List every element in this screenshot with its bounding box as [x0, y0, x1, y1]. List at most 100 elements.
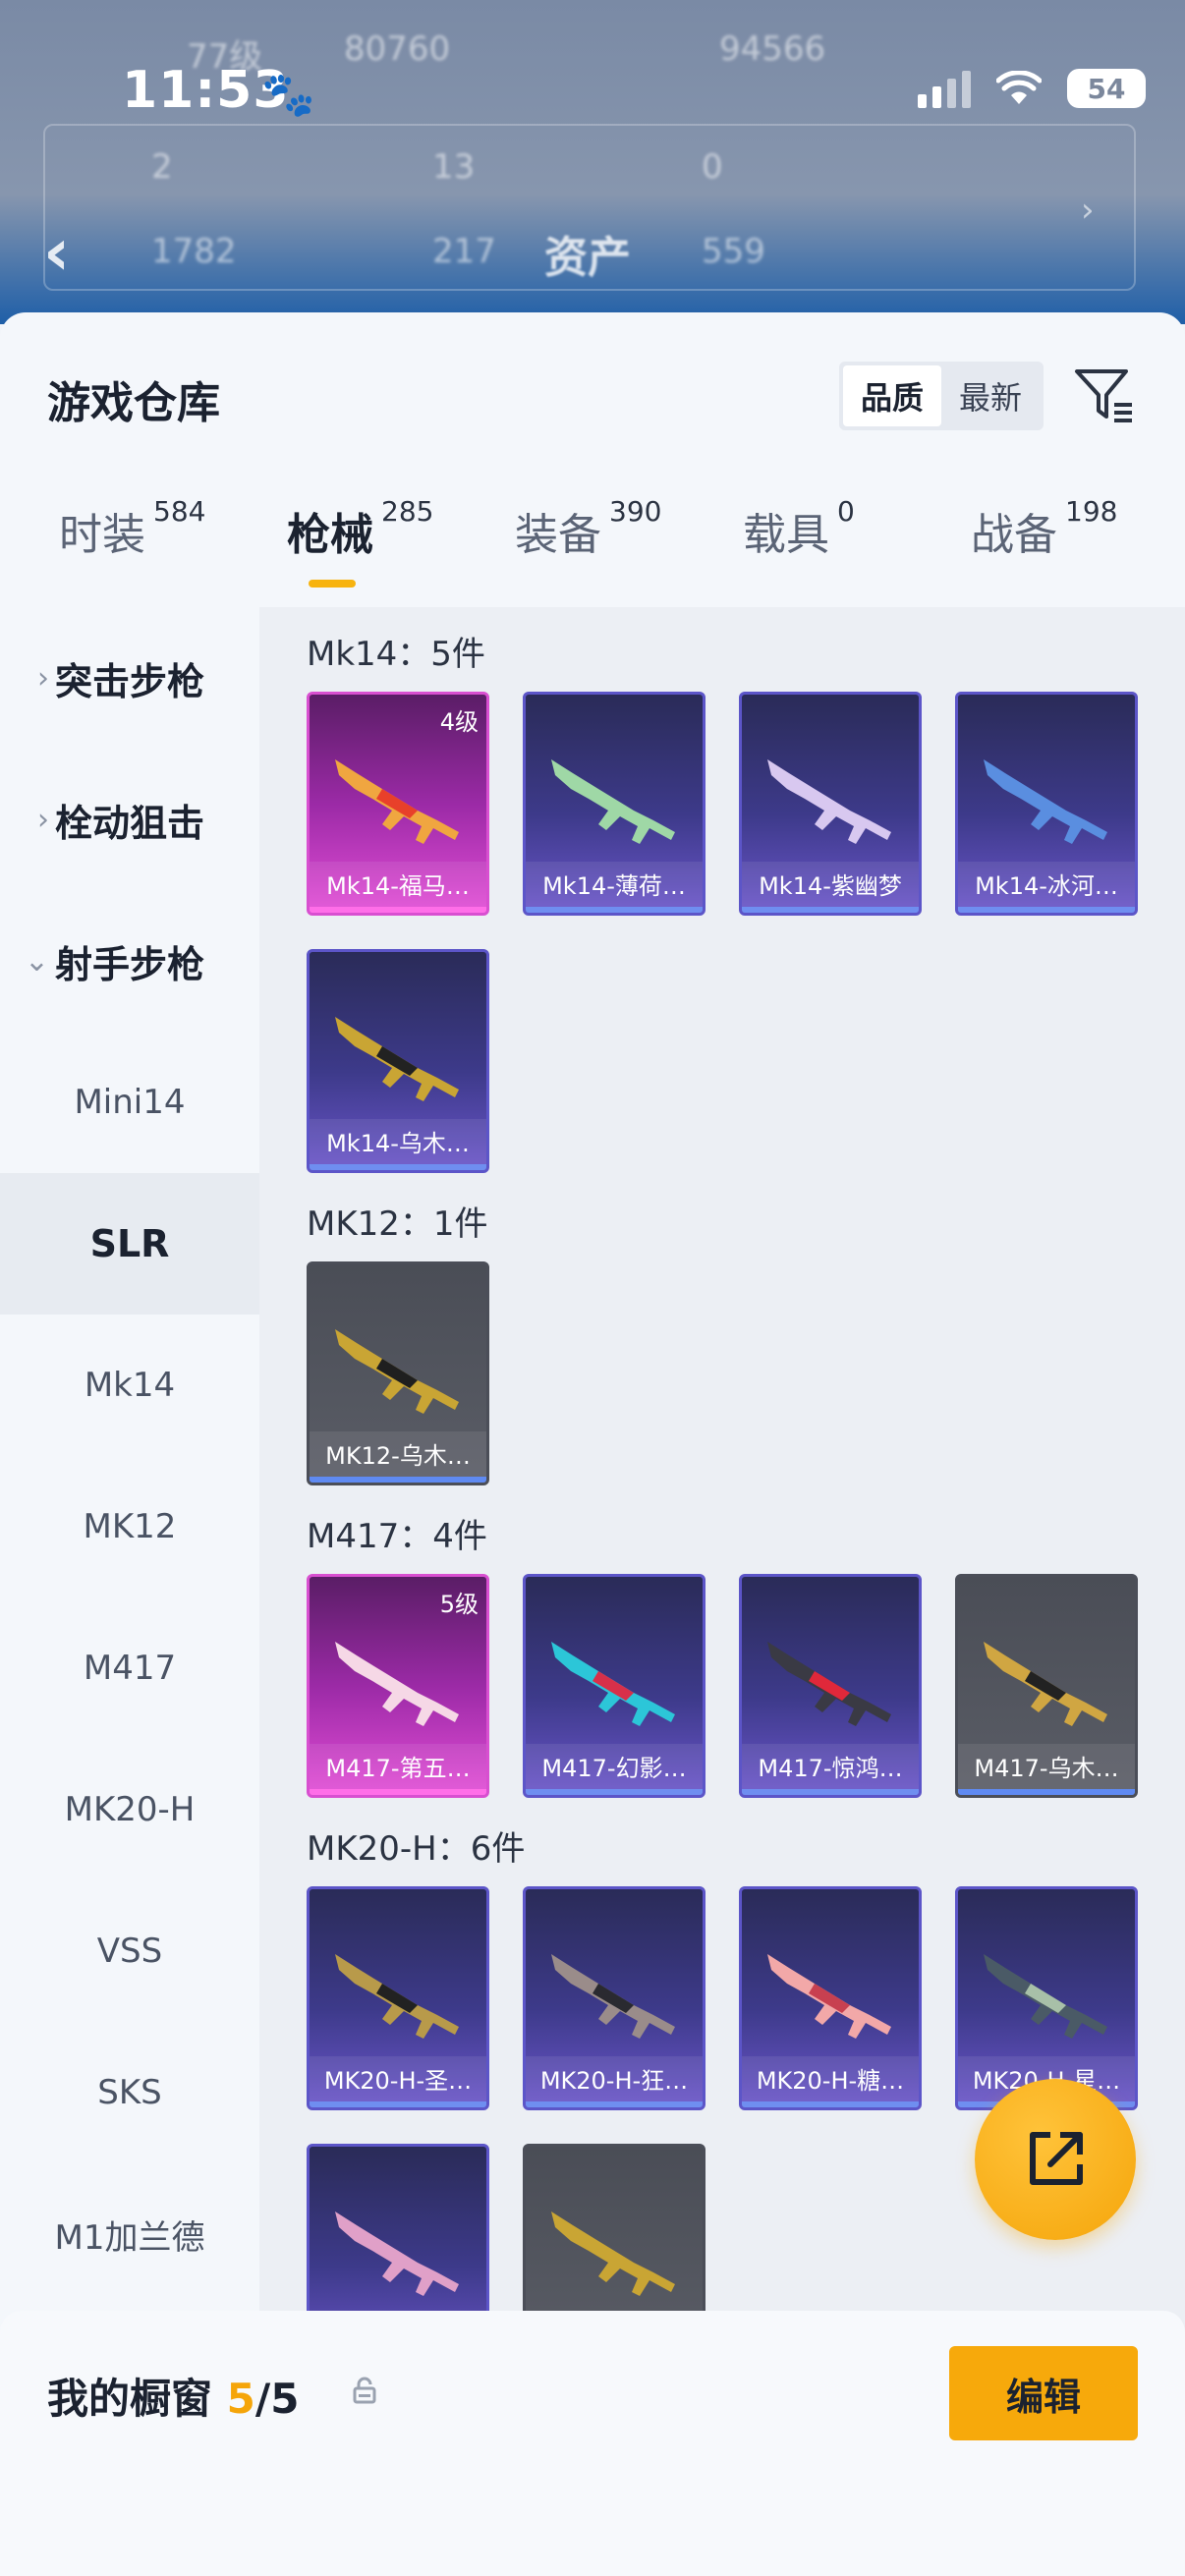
- tier-badge: 5级: [439, 1591, 479, 1618]
- sidebar-sub-mk12[interactable]: MK12: [0, 1456, 259, 1597]
- sidebar-item-label: 射手步枪: [55, 942, 205, 986]
- bg-stat: 1782: [151, 232, 237, 271]
- back-icon[interactable]: ‹: [43, 214, 70, 290]
- weapon-card[interactable]: MK20-H-糖…: [739, 1886, 922, 2110]
- weapon-card[interactable]: MK20-H-狂…: [523, 1886, 705, 2110]
- weapon-card[interactable]: Mk14-紫幽梦: [739, 692, 922, 916]
- tab-fashion[interactable]: 时装 584: [59, 495, 205, 562]
- weapon-name: M417-幻影…: [526, 1744, 703, 1795]
- share-icon: [1030, 2132, 1083, 2185]
- sidebar-sub-mini14[interactable]: Mini14: [0, 1032, 259, 1173]
- group-title: Mk14：5件: [307, 635, 485, 674]
- showcase-current: 5: [226, 2375, 255, 2423]
- weapon-card[interactable]: MK12-乌木…: [307, 1261, 489, 1485]
- sidebar-item-bolt-sniper[interactable]: › 栓动狙击: [0, 749, 259, 890]
- rifle-icon: [551, 2212, 675, 2296]
- sidebar-sub-vss[interactable]: VSS: [0, 1880, 259, 2022]
- weapon-name: M417-惊鸿…: [742, 1744, 919, 1795]
- sidebar: › 突击步枪 › 栓动狙击 ⌄ 射手步枪 Mini14 SLR Mk14 MK1…: [0, 607, 259, 2576]
- weapon-name: MK20-H-圣…: [310, 2056, 486, 2107]
- rifle-icon: [335, 759, 459, 844]
- paw-icon: 🐾: [261, 70, 315, 120]
- sidebar-sub-mk20h[interactable]: MK20-H: [0, 1739, 259, 1880]
- rarity-bar: [742, 1789, 919, 1795]
- weapon-card[interactable]: 5级 M417-第五…: [307, 1574, 489, 1798]
- rarity-bar: [526, 2101, 703, 2107]
- weapon-card[interactable]: M417-幻影…: [523, 1574, 705, 1798]
- rarity-bar: [742, 907, 919, 913]
- weapon-name: M417-乌木…: [958, 1744, 1135, 1795]
- sort-newest-button[interactable]: 最新: [941, 365, 1040, 426]
- showcase-title: 我的橱窗: [47, 2375, 213, 2423]
- weapon-name: Mk14-紫幽梦: [742, 862, 919, 913]
- chevron-right-icon: ›: [37, 660, 49, 696]
- rifle-icon: [767, 1642, 891, 1726]
- tab-label: 枪械: [287, 510, 373, 560]
- tab-count: 584: [153, 495, 206, 528]
- tab-guns[interactable]: 枪械 285: [287, 495, 433, 562]
- weapon-name: MK20-H-糖…: [742, 2056, 919, 2107]
- rarity-bar: [526, 907, 703, 913]
- bg-stat: 0: [702, 147, 723, 187]
- bg-coins: 80760: [344, 29, 451, 69]
- edit-button[interactable]: 编辑: [949, 2346, 1138, 2440]
- group-title: MK20-H：6件: [307, 1829, 526, 1869]
- bg-stat: 13: [432, 147, 476, 187]
- filter-icon[interactable]: [1071, 362, 1136, 426]
- page-title: 游戏仓库: [47, 378, 220, 428]
- bg-page-title: 资产: [544, 233, 631, 283]
- weapon-name: M417-第五…: [310, 1744, 486, 1795]
- weapon-card[interactable]: MK20-H-圣…: [307, 1886, 489, 2110]
- sidebar-item-assault-rifle[interactable]: › 突击步枪: [0, 607, 259, 749]
- rifle-icon: [551, 1642, 675, 1726]
- wifi-icon: [996, 71, 1042, 104]
- sidebar-sub-sks[interactable]: SKS: [0, 2022, 259, 2163]
- tab-vehicles[interactable]: 载具 0: [743, 495, 855, 562]
- sidebar-sub-m417[interactable]: M417: [0, 1597, 259, 1739]
- tab-label: 载具: [743, 510, 829, 560]
- tab-label: 装备: [515, 510, 601, 560]
- rarity-bar: [310, 1789, 486, 1795]
- weapon-name: Mk14-薄荷…: [526, 862, 703, 913]
- tab-equipment[interactable]: 装备 390: [515, 495, 661, 562]
- bg-stat: 559: [702, 232, 765, 271]
- tab-label: 时装: [59, 510, 145, 560]
- share-button[interactable]: [975, 2079, 1136, 2240]
- active-tab-indicator: [309, 580, 356, 588]
- sidebar-item-label: 突击步枪: [55, 659, 205, 703]
- rifle-icon: [335, 1017, 459, 1101]
- category-tabs: 时装 584 枪械 285 装备 390 载具 0 战备 198: [0, 495, 1185, 607]
- tab-supplies[interactable]: 战备 198: [971, 495, 1117, 562]
- weapon-name: MK12-乌木…: [310, 1431, 486, 1483]
- rifle-icon: [551, 1954, 675, 2039]
- weapon-card[interactable]: M417-乌木…: [955, 1574, 1138, 1798]
- rifle-icon: [335, 1642, 459, 1726]
- rifle-icon: [984, 1954, 1107, 2039]
- weapon-card[interactable]: MK20-H-星…: [955, 1886, 1138, 2110]
- rifle-icon: [335, 1329, 459, 1414]
- weapon-card[interactable]: Mk14-薄荷…: [523, 692, 705, 916]
- tab-count: 198: [1065, 495, 1118, 528]
- sidebar-sub-m1-garand[interactable]: M1加兰德: [0, 2163, 259, 2305]
- sort-quality-button[interactable]: 品质: [843, 365, 941, 426]
- sidebar-item-dmr[interactable]: ⌄ 射手步枪: [0, 890, 259, 1032]
- lock-icon[interactable]: [350, 2376, 379, 2405]
- rarity-bar: [310, 2101, 486, 2107]
- sidebar-item-label: 栓动狙击: [55, 801, 205, 845]
- sidebar-sub-mk14[interactable]: Mk14: [0, 1315, 259, 1456]
- bg-power: 94566: [719, 29, 826, 69]
- weapon-card[interactable]: Mk14-冰河…: [955, 692, 1138, 916]
- rifle-icon: [335, 1954, 459, 2039]
- chevron-right-icon: ›: [1081, 191, 1095, 230]
- weapon-card[interactable]: M417-惊鸿…: [739, 1574, 922, 1798]
- weapon-card[interactable]: 4级 Mk14-福马…: [307, 692, 489, 916]
- weapon-card[interactable]: Mk14-乌木…: [307, 949, 489, 1173]
- sidebar-sub-slr[interactable]: SLR: [0, 1173, 259, 1315]
- rarity-bar: [310, 1477, 486, 1483]
- bg-stat: 217: [432, 232, 496, 271]
- rifle-icon: [767, 759, 891, 844]
- rifle-icon: [335, 2212, 459, 2296]
- showcase-bar: 我的橱窗 5/5 编辑: [0, 2311, 1185, 2576]
- tab-count: 285: [381, 495, 434, 528]
- showcase-label: 我的橱窗 5/5: [47, 2366, 299, 2426]
